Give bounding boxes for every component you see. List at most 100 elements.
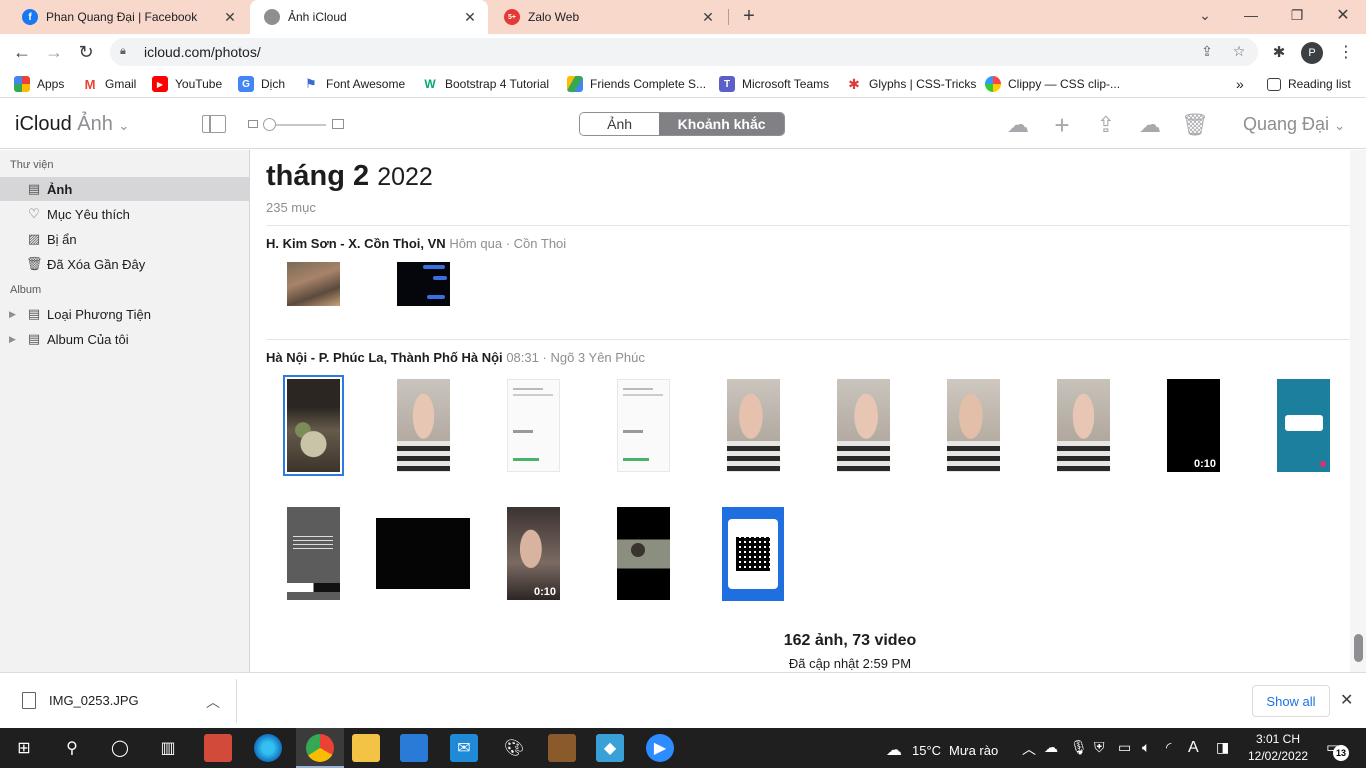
onedrive-icon[interactable]: ☁	[1044, 739, 1058, 756]
close-tab-icon[interactable]: ✕	[462, 9, 478, 26]
zoom-slider-handle[interactable]	[263, 118, 276, 131]
extensions-puzzle-icon[interactable]: ✱	[1270, 43, 1288, 61]
forward-button[interactable]: →	[40, 38, 68, 66]
address-bar[interactable]: 🔒︎ icloud.com/photos/ ⇪ ☆	[110, 38, 1258, 66]
new-tab-button[interactable]: +	[738, 5, 760, 27]
search-icon[interactable]: ⚲	[58, 734, 86, 762]
video-thumbnail[interactable]	[617, 507, 670, 600]
sidebar-item-my-albums[interactable]: ▶ ▤ Album Của tôi	[0, 327, 249, 351]
reading-list-button[interactable]: Reading list	[1267, 75, 1351, 93]
cortana-icon[interactable]: ◯	[106, 734, 134, 762]
bookmark-clippy[interactable]: Clippy — CSS clip-...	[985, 75, 1120, 93]
zoom-out-icon[interactable]	[248, 120, 258, 128]
trash-icon[interactable]: 🗑︎	[1181, 113, 1209, 137]
ime-icon[interactable]: ◨	[1216, 739, 1229, 756]
lock-icon[interactable]: 🔒︎	[120, 45, 134, 59]
zoom-app-icon[interactable]: ▶	[646, 734, 674, 762]
photo-thumbnail[interactable]	[1057, 379, 1110, 472]
volume-icon[interactable]: 🔈︎	[1142, 739, 1150, 756]
sidebar-item-media-types[interactable]: ▶ ▤ Loại Phương Tiện	[0, 302, 249, 326]
share-icon[interactable]: ⇪	[1093, 113, 1119, 137]
close-tab-icon[interactable]: ✕	[700, 9, 716, 26]
sidebar-item-photos[interactable]: ▤ Ảnh	[0, 177, 249, 201]
game-icon[interactable]	[548, 734, 576, 762]
wifi-icon[interactable]: ◜	[1166, 739, 1171, 756]
back-button[interactable]: ←	[8, 38, 36, 66]
profile-avatar[interactable]: P	[1301, 42, 1323, 64]
microphone-icon[interactable]: 🎙︎	[1070, 739, 1088, 756]
input-language[interactable]: A	[1188, 739, 1199, 757]
security-icon[interactable]: ⛨	[1094, 739, 1105, 756]
sidebar-item-hidden[interactable]: ▨ Bị ẩn	[0, 227, 249, 251]
sidebar-item-favorites[interactable]: ♡ Mục Yêu thích	[0, 202, 249, 226]
windows-start-icon[interactable]: ⊞	[10, 734, 38, 762]
battery-icon[interactable]: ▭	[1118, 739, 1131, 756]
tab-search-icon[interactable]: ⌄	[1182, 0, 1228, 30]
tab-facebook[interactable]: f Phan Quang Đại | Facebook ✕	[8, 0, 248, 34]
mail-icon[interactable]: ✉	[450, 734, 478, 762]
bookmark-youtube[interactable]: ▶ YouTube	[152, 75, 222, 93]
segment-moments[interactable]: Khoảnh khắc	[659, 113, 784, 135]
sidebar-toggle-icon[interactable]	[202, 115, 226, 133]
video-thumbnail[interactable]: 0:10	[507, 507, 560, 600]
screenshot-thumbnail[interactable]	[397, 262, 450, 306]
tab-zalo[interactable]: 5+ Zalo Web ✕	[490, 0, 726, 34]
file-explorer-icon[interactable]	[352, 734, 380, 762]
download-item[interactable]: IMG_0253.JPG	[22, 692, 139, 709]
restore-button[interactable]: ❐	[1274, 0, 1320, 30]
download-cloud-icon[interactable]: ☁	[1137, 113, 1163, 137]
photo-thumbnail-selected[interactable]	[283, 375, 344, 476]
photo-thumbnail[interactable]	[287, 262, 340, 306]
paint-icon[interactable]: 🎨︎	[500, 734, 528, 762]
video-thumbnail[interactable]	[376, 518, 470, 589]
photo-thumbnail[interactable]	[837, 379, 890, 472]
chevron-up-icon[interactable]: ︿	[206, 692, 220, 712]
bookmark-bootstrap-tutorial[interactable]: W Bootstrap 4 Tutorial	[422, 75, 549, 93]
close-tab-icon[interactable]: ✕	[222, 9, 238, 26]
scrollbar-thumb[interactable]	[1354, 634, 1363, 662]
vertical-scrollbar[interactable]	[1350, 150, 1366, 672]
segment-photos[interactable]: Ảnh	[580, 113, 660, 135]
show-hidden-icons[interactable]: ︿	[1022, 739, 1036, 759]
receipt-screenshot-thumbnail[interactable]	[617, 379, 670, 472]
photo-thumbnail[interactable]	[947, 379, 1000, 472]
app-switcher[interactable]: iCloud Ảnh ⌄	[15, 113, 129, 136]
microsoft-store-icon[interactable]	[400, 734, 428, 762]
edge-icon[interactable]	[254, 734, 282, 762]
bookmark-teams[interactable]: T Microsoft Teams	[719, 75, 829, 93]
qr-code-screenshot-thumbnail[interactable]	[722, 507, 784, 601]
upload-cloud-icon[interactable]: ☁	[1005, 113, 1031, 137]
bookmark-apps[interactable]: Apps	[14, 75, 64, 93]
close-icon[interactable]: ✕	[1340, 690, 1353, 710]
receipt-screenshot-thumbnail[interactable]	[507, 379, 560, 472]
bookmark-font-awesome[interactable]: ⚑ Font Awesome	[303, 75, 405, 93]
tab-icloud-photos[interactable]: Ảnh iCloud ✕	[250, 0, 488, 34]
video-thumbnail[interactable]: 0:10	[1167, 379, 1220, 472]
photo-thumbnail[interactable]	[397, 379, 450, 472]
more-bookmarks-button[interactable]: »	[1236, 75, 1244, 93]
share-icon[interactable]: ⇪	[1198, 43, 1216, 61]
close-window-button[interactable]: ✕	[1320, 0, 1366, 30]
weather-widget[interactable]: ☁ 15°C Mưa rào	[886, 740, 998, 760]
bookmark-glyphs[interactable]: ✱ Glyphs | CSS-Tricks	[846, 75, 976, 93]
user-menu[interactable]: Quang Đại ⌄	[1243, 114, 1345, 135]
minimize-button[interactable]: —	[1228, 0, 1274, 30]
chrome-icon[interactable]	[306, 734, 334, 762]
reload-button[interactable]: ↻	[72, 38, 100, 66]
bookmark-translate[interactable]: G Dịch	[238, 75, 285, 93]
task-view-icon[interactable]: ▥	[154, 734, 182, 762]
disclosure-triangle-icon[interactable]: ▶	[9, 309, 16, 320]
show-all-button[interactable]: Show all	[1252, 685, 1330, 717]
3d-viewer-icon[interactable]: ◆	[596, 734, 624, 762]
bookmark-gmail[interactable]: M Gmail	[82, 75, 136, 93]
more-menu-icon[interactable]: ⋮	[1338, 42, 1354, 64]
system-clock[interactable]: 3:01 CH 12/02/2022	[1248, 731, 1308, 765]
zoom-in-icon[interactable]	[332, 119, 344, 129]
screenshot-thumbnail[interactable]	[287, 507, 340, 600]
url-text[interactable]: icloud.com/photos/	[144, 44, 261, 60]
sidebar-item-recently-deleted[interactable]: 🗑︎ Đã Xóa Gần Đây	[0, 252, 249, 276]
bookmark-friends[interactable]: Friends Complete S...	[567, 75, 706, 93]
photo-thumbnail[interactable]	[727, 379, 780, 472]
add-icon[interactable]: +	[1049, 112, 1075, 138]
screenshot-thumbnail[interactable]	[1277, 379, 1330, 472]
